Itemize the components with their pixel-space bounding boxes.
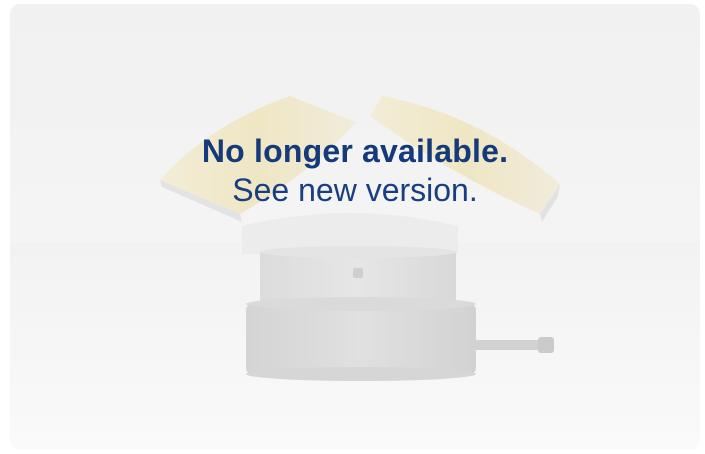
mount-base — [246, 304, 476, 374]
discontinued-headline: No longer available. — [201, 133, 509, 169]
product-image — [160, 96, 560, 381]
set-screw — [353, 268, 363, 278]
discontinued-notice: No longer available. See new version. — [10, 132, 700, 210]
locking-handle — [472, 337, 554, 353]
new-version-link[interactable]: See new version. — [10, 170, 700, 210]
discontinued-product-card: No longer available. See new version. — [10, 4, 700, 450]
